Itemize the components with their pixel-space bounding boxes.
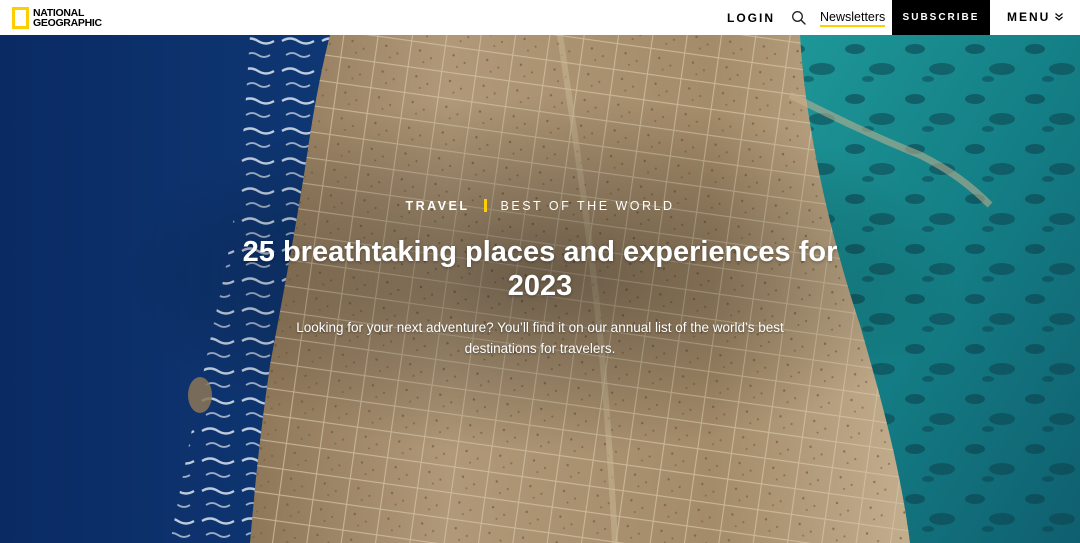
site-header: NATIONAL GEOGRAPHIC LOGIN Newsletters SU… — [0, 0, 1080, 35]
search-icon[interactable] — [791, 10, 807, 26]
article-dek: Looking for your next adventure? You’ll … — [296, 320, 784, 356]
menu-label: MENU — [1007, 10, 1051, 24]
subscribe-label: SUBSCRIBE — [902, 12, 980, 23]
article-kicker: TRAVEL BEST OF THE WORLD — [0, 199, 1080, 213]
article-headline: 25 breathtaking places and experiences f… — [242, 236, 838, 302]
kicker-divider — [483, 199, 487, 212]
yellow-border-logo-icon — [12, 6, 29, 29]
logo-wordmark: NATIONAL GEOGRAPHIC — [33, 6, 102, 29]
section-link-travel[interactable]: TRAVEL — [405, 199, 469, 213]
newsletters-link[interactable]: Newsletters — [820, 10, 886, 27]
menu-button[interactable]: MENU — [1007, 10, 1064, 24]
subscribe-button[interactable]: SUBSCRIBE — [892, 0, 990, 35]
logo-line-1: NATIONAL — [33, 6, 85, 19]
logo-line-2: GEOGRAPHIC — [33, 16, 102, 29]
login-link[interactable]: LOGIN — [727, 11, 775, 25]
national-geographic-logo[interactable]: NATIONAL GEOGRAPHIC — [12, 6, 102, 29]
hero-banner: TRAVEL BEST OF THE WORLD 25 breathtaking … — [0, 35, 1080, 543]
series-link-best-of-the-world[interactable]: BEST OF THE WORLD — [501, 199, 675, 213]
chevron-down-double-icon — [1055, 13, 1064, 21]
